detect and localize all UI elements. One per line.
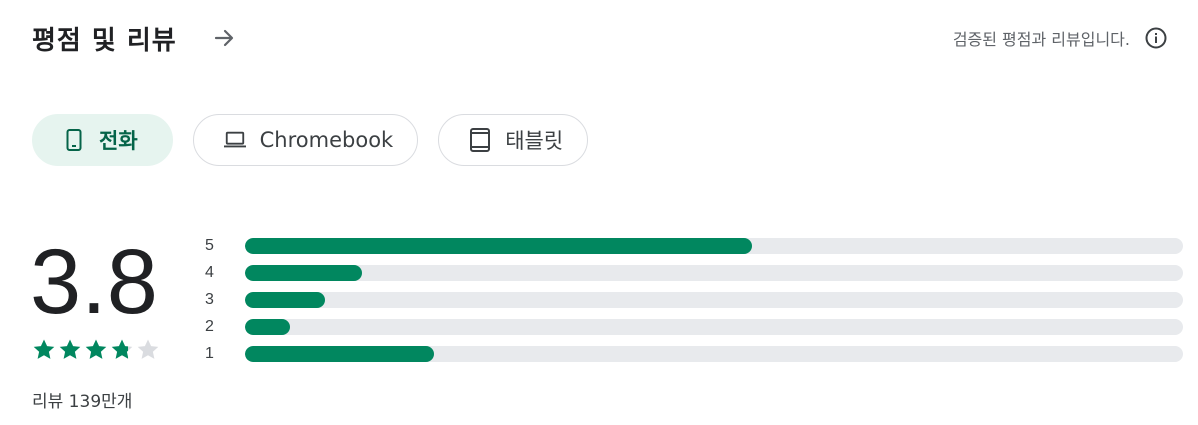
histogram-label: 2 [205,317,214,335]
histogram-label: 3 [205,290,214,308]
tab-tablet-label: 태블릿 [505,129,564,153]
tab-phone[interactable]: 전화 [32,114,173,166]
tab-chromebook[interactable]: Chromebook [192,114,419,166]
histogram-track [245,264,1183,281]
verified-notice: 검증된 평점과 리뷰입니다. [953,26,1168,50]
histogram-bar [245,318,291,335]
histogram-track [245,345,1183,362]
histogram-bar [245,264,363,281]
star-rating [32,338,162,362]
section-title: 평점 및 리뷰 [32,25,177,56]
histogram-row: 2 [205,313,1183,340]
device-tabs: 전화 Chromebook 태블릿 [32,114,608,166]
star-icon [136,338,162,362]
histogram-row: 5 [205,232,1183,259]
info-icon[interactable] [1144,26,1168,50]
histogram-track [245,318,1183,335]
verified-text: 검증된 평점과 리뷰입니다. [952,30,1130,49]
histogram-label: 1 [205,344,214,362]
histogram-row: 3 [205,286,1183,313]
tablet-icon [469,128,491,152]
star-icon [110,338,136,362]
star-icon [84,338,110,362]
histogram-track [245,237,1183,254]
section-header: 평점 및 리뷰 [32,18,237,58]
histogram-track [245,291,1183,308]
histogram-bar [245,291,325,308]
average-rating: 3.8 [30,231,158,333]
histogram-row: 4 [205,259,1183,286]
phone-icon [63,129,85,151]
tab-chromebook-label: Chromebook [259,128,394,152]
histogram-bar [245,345,435,362]
arrow-right-icon[interactable] [211,25,237,51]
tab-tablet[interactable]: 태블릿 [438,114,589,166]
tab-phone-label: 전화 [99,129,138,153]
histogram-label: 4 [205,263,214,281]
star-icon [32,338,58,362]
histogram-row: 1 [205,340,1183,367]
histogram-label: 5 [205,236,214,254]
laptop-icon [223,129,246,151]
review-count: 리뷰 139만개 [32,392,133,412]
star-icon [58,338,84,362]
histogram-bar [245,237,752,254]
rating-histogram: 5 4 3 2 1 [205,232,1183,367]
